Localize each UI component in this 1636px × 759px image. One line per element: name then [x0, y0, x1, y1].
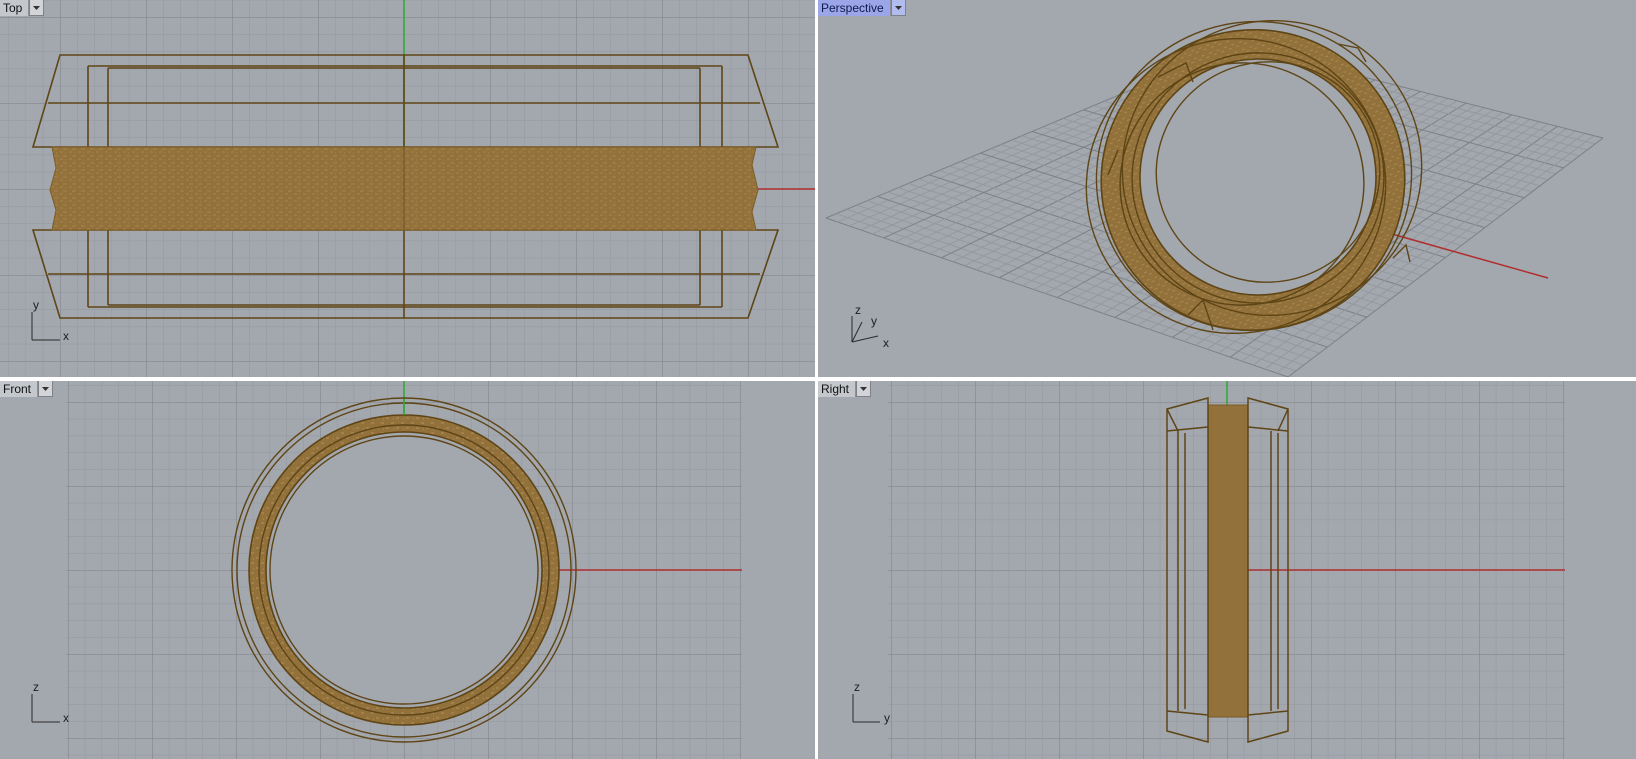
gizmo-label-z: z [855, 303, 861, 317]
gizmo-label-z: z [854, 680, 860, 694]
axis-gizmo-icon [31, 694, 60, 723]
viewport-label: Right [818, 381, 857, 397]
viewport-front[interactable]: Front x z [0, 381, 815, 759]
viewport-label: Top [0, 0, 30, 16]
viewport-right[interactable]: Right y z [818, 381, 1636, 759]
viewport-tab-right[interactable]: Right [818, 381, 872, 397]
front-view-scene [31, 381, 742, 759]
gizmo-label-z: z [33, 680, 39, 694]
right-view-scene [852, 381, 1565, 759]
axis-gizmo-icon [852, 694, 880, 723]
chevron-down-icon[interactable] [38, 381, 54, 397]
gizmo-label-y: y [871, 314, 877, 328]
chevron-down-icon[interactable] [29, 0, 45, 16]
chevron-down-icon[interactable] [890, 0, 906, 16]
viewport-tab-front[interactable]: Front [0, 381, 54, 397]
gizmo-label-y: y [33, 298, 39, 312]
top-view-scene [0, 0, 815, 377]
viewport-perspective[interactable]: Perspective z y x [818, 0, 1636, 377]
viewport-top[interactable]: Top x y [0, 0, 815, 377]
gem-band-side [1207, 404, 1249, 718]
ring-inner-front [265, 431, 543, 709]
viewport-label: Perspective [818, 0, 891, 16]
viewport-tab-top[interactable]: Top [0, 0, 45, 16]
gizmo-label-y: y [884, 711, 890, 725]
gizmo-label-x: x [63, 711, 69, 725]
ring-perspective [1085, 19, 1423, 335]
viewport-tab-perspective[interactable]: Perspective [818, 0, 906, 16]
gizmo-label-x: x [883, 336, 889, 350]
gizmo-label-x: x [63, 329, 69, 343]
chevron-down-icon[interactable] [856, 381, 872, 397]
perspective-scene [825, 19, 1604, 377]
viewport-label: Front [0, 381, 39, 397]
